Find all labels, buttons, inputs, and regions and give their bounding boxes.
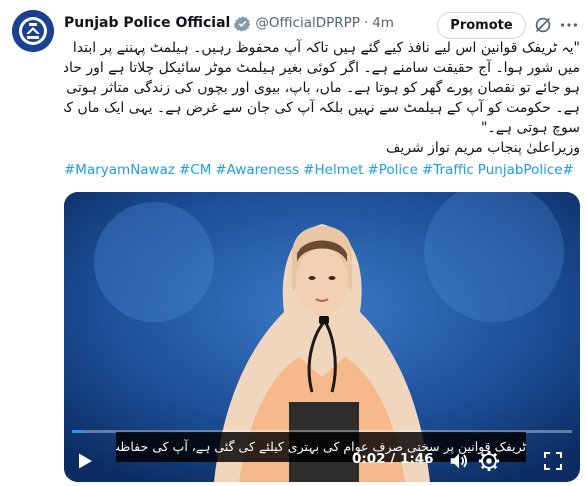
- hashtag-row: #MaryamNawaz #CM #Awareness #Helmet #Police #…: [64, 160, 580, 180]
- avatar[interactable]: [12, 10, 54, 52]
- post-text-line: سوچ ہوتی ہے۔": [481, 120, 580, 136]
- expand-icon[interactable]: [544, 452, 562, 470]
- settings-icon[interactable]: [478, 450, 500, 472]
- more-icon[interactable]: [558, 14, 580, 36]
- post-text: "یہ ٹریفک قوانین اس لیے نافذ کیے گئے ہیں…: [64, 38, 580, 158]
- progress-fill: [72, 430, 82, 433]
- account-name[interactable]: Punjab Police Official: [64, 15, 230, 31]
- video-timecode: 0:02 / 1:46: [352, 451, 434, 467]
- video-player[interactable]: ٹریفک قوانین پر سختی صرف عوام کی بہتری ک…: [64, 192, 580, 482]
- post-text-line: ہو جائے تو نقصان پورے گھر کو ہوتا ہے۔ ما…: [66, 80, 580, 96]
- punjab-police-logo-icon: [12, 10, 54, 52]
- post-card: Punjab Police Official @OfficialDPRPP · …: [0, 0, 587, 486]
- verified-badge-icon: [234, 15, 251, 32]
- hashtag-link[interactable]: #CM: [179, 162, 211, 178]
- promote-button[interactable]: Promote: [437, 12, 526, 39]
- hashtag-link[interactable]: #Helmet: [303, 162, 363, 178]
- current-time: 0:02: [352, 451, 386, 467]
- grok-icon[interactable]: [532, 14, 554, 36]
- post-text-line: ہے۔ حکومت کو آپ کے ہیلمٹ سے نہیں بلکہ آپ…: [64, 100, 580, 116]
- post-text-signature: وزیراعلیٰ پنجاب مریم نواز شریف: [385, 140, 580, 156]
- account-handle[interactable]: @OfficialDPRPP: [255, 15, 360, 31]
- hashtag-link[interactable]: #Awareness: [215, 162, 299, 178]
- hashtag-link[interactable]: #Police: [367, 162, 417, 178]
- hashtag-link[interactable]: #Traffic: [422, 162, 474, 178]
- volume-icon[interactable]: [448, 450, 470, 472]
- post-header: Punjab Police Official @OfficialDPRPP · …: [64, 12, 394, 34]
- post-text-line: میں شور ہوا۔ آج حقیقت سامنے ہے۔ اگر کوئی…: [64, 60, 580, 76]
- hashtag-link[interactable]: PunjabPolice#: [478, 162, 574, 178]
- post-text-line: "یہ ٹریفک قوانین اس لیے نافذ کیے گئے ہیں…: [72, 40, 580, 56]
- duration: 1:46: [399, 451, 434, 467]
- post-time[interactable]: 4m: [372, 15, 394, 31]
- play-icon[interactable]: [76, 452, 94, 470]
- time-separator: /: [385, 451, 400, 467]
- separator-dot: ·: [363, 15, 369, 31]
- hashtag-link[interactable]: #MaryamNawaz: [64, 162, 175, 178]
